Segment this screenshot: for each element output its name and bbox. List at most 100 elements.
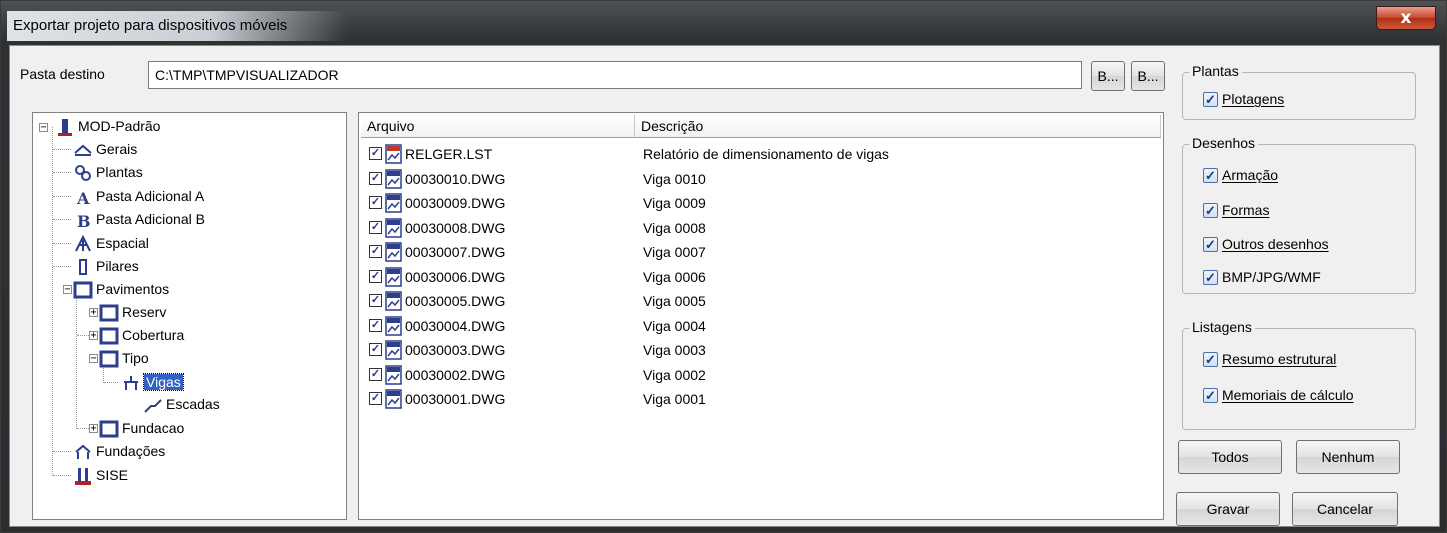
expand-toggle[interactable]: + — [89, 424, 98, 434]
title-bar[interactable]: Exportar projeto para dispositivos móvei… — [3, 3, 1444, 43]
browse-button-2[interactable]: B... — [1131, 61, 1165, 91]
tree-line — [53, 451, 71, 452]
dwg-file-icon — [385, 242, 402, 262]
list-item[interactable]: ✓ 00030007.DWG Viga 0007 — [365, 241, 1145, 265]
file-name: 00030001.DWG — [405, 391, 506, 407]
group-listagens: Listagens ✓ Resumo estrutural ✓ Memoriais … — [1182, 319, 1416, 430]
file-description: Viga 0009 — [643, 195, 706, 211]
column-arquivo[interactable]: Arquivo — [361, 115, 635, 137]
group-title: Desenhos — [1189, 135, 1259, 151]
tree-line — [104, 382, 118, 383]
ruler-icon — [74, 144, 92, 157]
row-checkbox[interactable]: ✓ — [369, 269, 382, 283]
tree-node-pilares[interactable]: Pilares — [73, 256, 139, 276]
collapse-toggle[interactable]: − — [39, 123, 48, 133]
tree-line — [76, 289, 77, 429]
list-item[interactable]: ✓ RELGER.LST Relatório de dimensionamento … — [365, 143, 1145, 167]
row-checkbox[interactable]: ✓ — [369, 171, 382, 185]
column-descricao[interactable]: Descrição — [635, 115, 1161, 137]
tree-node-cobertura[interactable]: Cobertura — [99, 325, 184, 345]
dwg-file-icon — [385, 217, 402, 238]
row-checkbox[interactable]: ✓ — [369, 147, 382, 160]
file-description: Viga 0002 — [643, 366, 706, 383]
row-checkbox[interactable]: ✓ — [369, 318, 382, 332]
row-checkbox[interactable]: ✓ — [369, 196, 382, 209]
tree-node-gerais[interactable]: Gerais — [73, 139, 137, 159]
svg-text:B: B — [77, 212, 91, 229]
gravar-button[interactable]: Gravar — [1176, 492, 1280, 526]
list-item[interactable]: ✓ 00030003.DWG Viga 0003 — [365, 339, 1145, 363]
tree-node-tipo[interactable]: Tipo — [99, 348, 149, 368]
tree-line — [53, 172, 71, 173]
tree-line — [53, 243, 71, 244]
structure-3d-icon — [75, 235, 91, 252]
floor-icon — [99, 304, 119, 322]
check-icon: ✓ — [1203, 352, 1218, 367]
tree-node-root[interactable]: MOD-Padrão — [55, 116, 160, 137]
group-title: Listagens — [1189, 319, 1255, 335]
close-button[interactable]: x — [1376, 6, 1436, 30]
file-name: 00030006.DWG — [405, 268, 506, 285]
tree-node-escadas[interactable]: Escadas — [143, 394, 220, 414]
row-checkbox[interactable]: ✓ — [369, 245, 382, 258]
file-list[interactable]: Arquivo Descrição ✓ RELGER.LST Relatório d… — [358, 112, 1164, 520]
file-description: Relatório de dimensionamento de vigas — [643, 146, 889, 162]
dialog-client: Pasta destino B... B... − MOD-Padrão — [9, 45, 1440, 527]
expand-toggle[interactable]: + — [89, 331, 98, 341]
dwg-file-icon — [385, 266, 402, 287]
nenhum-button[interactable]: Nenhum — [1296, 440, 1400, 474]
list-item[interactable]: ✓ 00030001.DWG Viga 0001 — [365, 388, 1145, 412]
tree-node-pavimentos[interactable]: Pavimentos — [73, 279, 169, 299]
row-checkbox[interactable]: ✓ — [369, 343, 382, 356]
row-checkbox[interactable]: ✓ — [369, 294, 382, 307]
tree-node-plantas[interactable]: Plantas — [73, 162, 143, 182]
file-description: Viga 0001 — [643, 391, 706, 407]
list-item[interactable]: ✓ 00030009.DWG Viga 0009 — [365, 192, 1145, 216]
check-icon: ✓ — [1203, 168, 1218, 183]
expand-toggle[interactable]: + — [89, 308, 98, 318]
row-checkbox[interactable]: ✓ — [369, 367, 382, 381]
destination-label: Pasta destino — [20, 66, 105, 82]
todos-button[interactable]: Todos — [1178, 440, 1282, 474]
list-item[interactable]: ✓ 00030006.DWG Viga 0006 — [365, 266, 1145, 290]
foundation-icon — [75, 444, 91, 460]
list-item[interactable]: ✓ 00030010.DWG Viga 0010 — [365, 168, 1145, 192]
tree-node-vigas[interactable]: Vigas — [121, 372, 184, 392]
floor-icon — [99, 327, 119, 345]
tree-line — [53, 266, 71, 267]
row-checkbox[interactable]: ✓ — [369, 392, 382, 405]
collapse-toggle[interactable]: − — [63, 285, 72, 295]
cancelar-button[interactable]: Cancelar — [1292, 492, 1398, 526]
check-icon: ✓ — [1203, 237, 1218, 252]
tree-node-sise[interactable]: SISE — [73, 465, 128, 486]
check-icon: ✓ — [1203, 92, 1218, 107]
window-title: Exportar projeto para dispositivos móvei… — [13, 17, 288, 34]
tree-node-pasta-b[interactable]: B Pasta Adicional B — [73, 209, 205, 229]
browse-button-1[interactable]: B... — [1091, 61, 1125, 91]
list-item[interactable]: ✓ 00030008.DWG Viga 0008 — [365, 217, 1145, 241]
tree-node-fundacao[interactable]: Fundacao — [99, 418, 184, 438]
file-description: Viga 0008 — [643, 219, 706, 236]
tree-node-reserv[interactable]: Reserv — [99, 302, 166, 322]
group-desenhos: Desenhos ✓ Armação ✓ Formas ✓ Outros desenh… — [1182, 135, 1416, 294]
list-item[interactable]: ✓ 00030004.DWG Viga 0004 — [365, 315, 1145, 339]
tree-line — [53, 475, 71, 476]
list-header: Arquivo Descrição — [361, 115, 1161, 138]
destination-path-input[interactable] — [148, 61, 1082, 89]
tree-node-espacial[interactable]: Espacial — [73, 233, 149, 253]
row-checkbox[interactable]: ✓ — [369, 220, 382, 234]
tree-node-pasta-a[interactable]: A Pasta Adicional A — [73, 186, 204, 206]
dwg-file-icon — [385, 168, 402, 189]
building-icon — [58, 119, 72, 137]
project-tree[interactable]: − MOD-Padrão Gerais Plantas A Pasta Adici… — [32, 112, 347, 520]
check-icon: ✓ — [1203, 388, 1218, 403]
beam-icon — [124, 376, 138, 391]
tree-node-fundacoes[interactable]: Fundações — [73, 441, 165, 461]
collapse-toggle[interactable]: − — [89, 354, 98, 364]
list-item[interactable]: ✓ 00030005.DWG Viga 0005 — [365, 290, 1145, 314]
list-item[interactable]: ✓ 00030002.DWG Viga 0002 — [365, 364, 1145, 388]
file-description: Viga 0004 — [643, 317, 706, 334]
file-description: Viga 0007 — [643, 244, 706, 260]
file-description: Viga 0005 — [643, 293, 706, 309]
file-name: 00030009.DWG — [405, 195, 506, 211]
